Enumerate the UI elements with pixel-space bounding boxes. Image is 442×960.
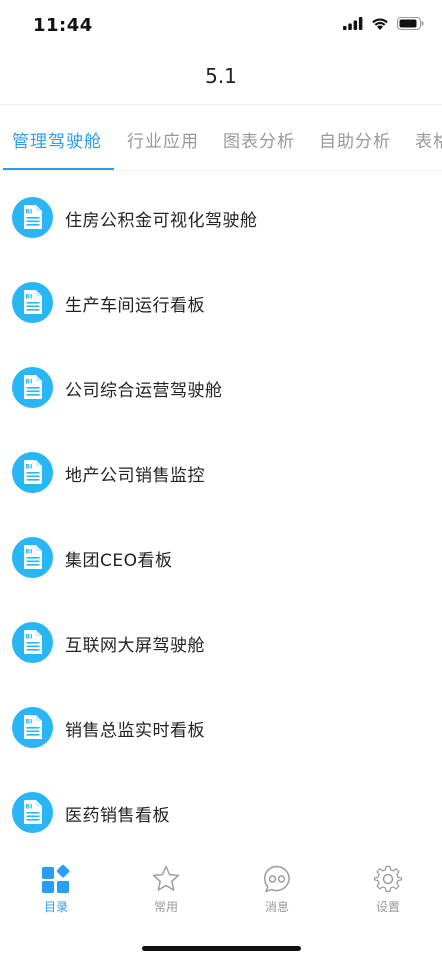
list-item-label: 医药销售看板 <box>65 806 170 826</box>
list-item[interactable]: BI 集团CEO看板 <box>0 515 442 600</box>
list-item-label: 集团CEO看板 <box>65 551 173 571</box>
tab-self-service-analysis[interactable]: 自助分析 <box>319 127 391 152</box>
status-bar: 11:44 <box>0 0 442 54</box>
bottom-tab-settings[interactable]: 设置 <box>353 864 423 915</box>
battery-icon <box>397 17 424 30</box>
bottom-tab-label: 常用 <box>153 900 178 914</box>
bottom-tab-label: 消息 <box>264 900 289 914</box>
bi-report-icon: BI <box>12 367 53 408</box>
list-item-label: 公司综合运营驾驶舱 <box>65 381 223 401</box>
list-item[interactable]: BI 公司综合运营驾驶舱 <box>0 345 442 430</box>
list-item-label: 销售总监实时看板 <box>65 721 205 741</box>
status-icons <box>343 17 424 30</box>
star-icon <box>152 865 180 891</box>
page-title: 5.1 <box>205 64 237 88</box>
list-item[interactable]: BI 住房公积金可视化驾驶舱 <box>0 175 442 260</box>
bi-report-icon: BI <box>12 792 53 833</box>
bi-report-icon: BI <box>12 452 53 493</box>
svg-text:BI: BI <box>26 634 33 641</box>
signal-icon <box>343 17 363 30</box>
svg-text:BI: BI <box>26 379 33 386</box>
bottom-tab-catalog[interactable]: 目录 <box>21 864 91 915</box>
bottom-tab-bar: 目录 常用 消息 设置 <box>0 856 442 926</box>
svg-text:BI: BI <box>26 549 33 556</box>
report-list: BI 住房公积金可视化驾驶舱 BI 生产车间运行看板 BI 公司综合运营驾驶舱 … <box>0 175 442 855</box>
home-indicator <box>142 946 301 951</box>
list-item[interactable]: BI 医药销售看板 <box>0 770 442 855</box>
bottom-tab-label: 目录 <box>43 900 68 914</box>
list-item[interactable]: BI 销售总监实时看板 <box>0 685 442 770</box>
message-icon <box>263 865 290 893</box>
status-time: 11:44 <box>33 15 93 36</box>
tabs-divider <box>0 170 442 171</box>
bi-report-icon: BI <box>12 707 53 748</box>
bi-report-icon: BI <box>12 197 53 238</box>
tab-management-cockpit[interactable]: 管理驾驶舱 <box>12 127 102 152</box>
list-item-label: 住房公积金可视化驾驶舱 <box>65 211 258 231</box>
list-item[interactable]: BI 生产车间运行看板 <box>0 260 442 345</box>
bottom-tab-favorites[interactable]: 常用 <box>131 864 201 915</box>
list-item-label: 生产车间运行看板 <box>65 296 205 316</box>
bi-report-icon: BI <box>12 282 53 323</box>
bi-report-icon: BI <box>12 537 53 578</box>
tab-chart-analysis[interactable]: 图表分析 <box>223 127 295 152</box>
catalog-icon <box>42 864 70 893</box>
list-item[interactable]: BI 地产公司销售监控 <box>0 430 442 515</box>
bottom-tab-label: 设置 <box>375 900 400 914</box>
list-item-label: 互联网大屏驾驶舱 <box>65 636 205 656</box>
bi-report-icon: BI <box>12 622 53 663</box>
list-item-label: 地产公司销售监控 <box>65 466 205 486</box>
list-item[interactable]: BI 互联网大屏驾驶舱 <box>0 600 442 685</box>
category-tabs: 管理驾驶舱 行业应用 图表分析 自助分析 表格 <box>0 105 442 171</box>
svg-text:BI: BI <box>26 719 33 726</box>
svg-text:BI: BI <box>26 464 33 471</box>
svg-text:BI: BI <box>26 294 33 301</box>
settings-gear-icon <box>373 865 403 893</box>
svg-text:BI: BI <box>26 209 33 216</box>
svg-text:BI: BI <box>26 804 33 811</box>
bottom-tab-messages[interactable]: 消息 <box>242 864 312 915</box>
tab-tables[interactable]: 表格 <box>415 127 442 152</box>
tab-industry-application[interactable]: 行业应用 <box>127 127 199 152</box>
wifi-icon <box>372 18 388 30</box>
